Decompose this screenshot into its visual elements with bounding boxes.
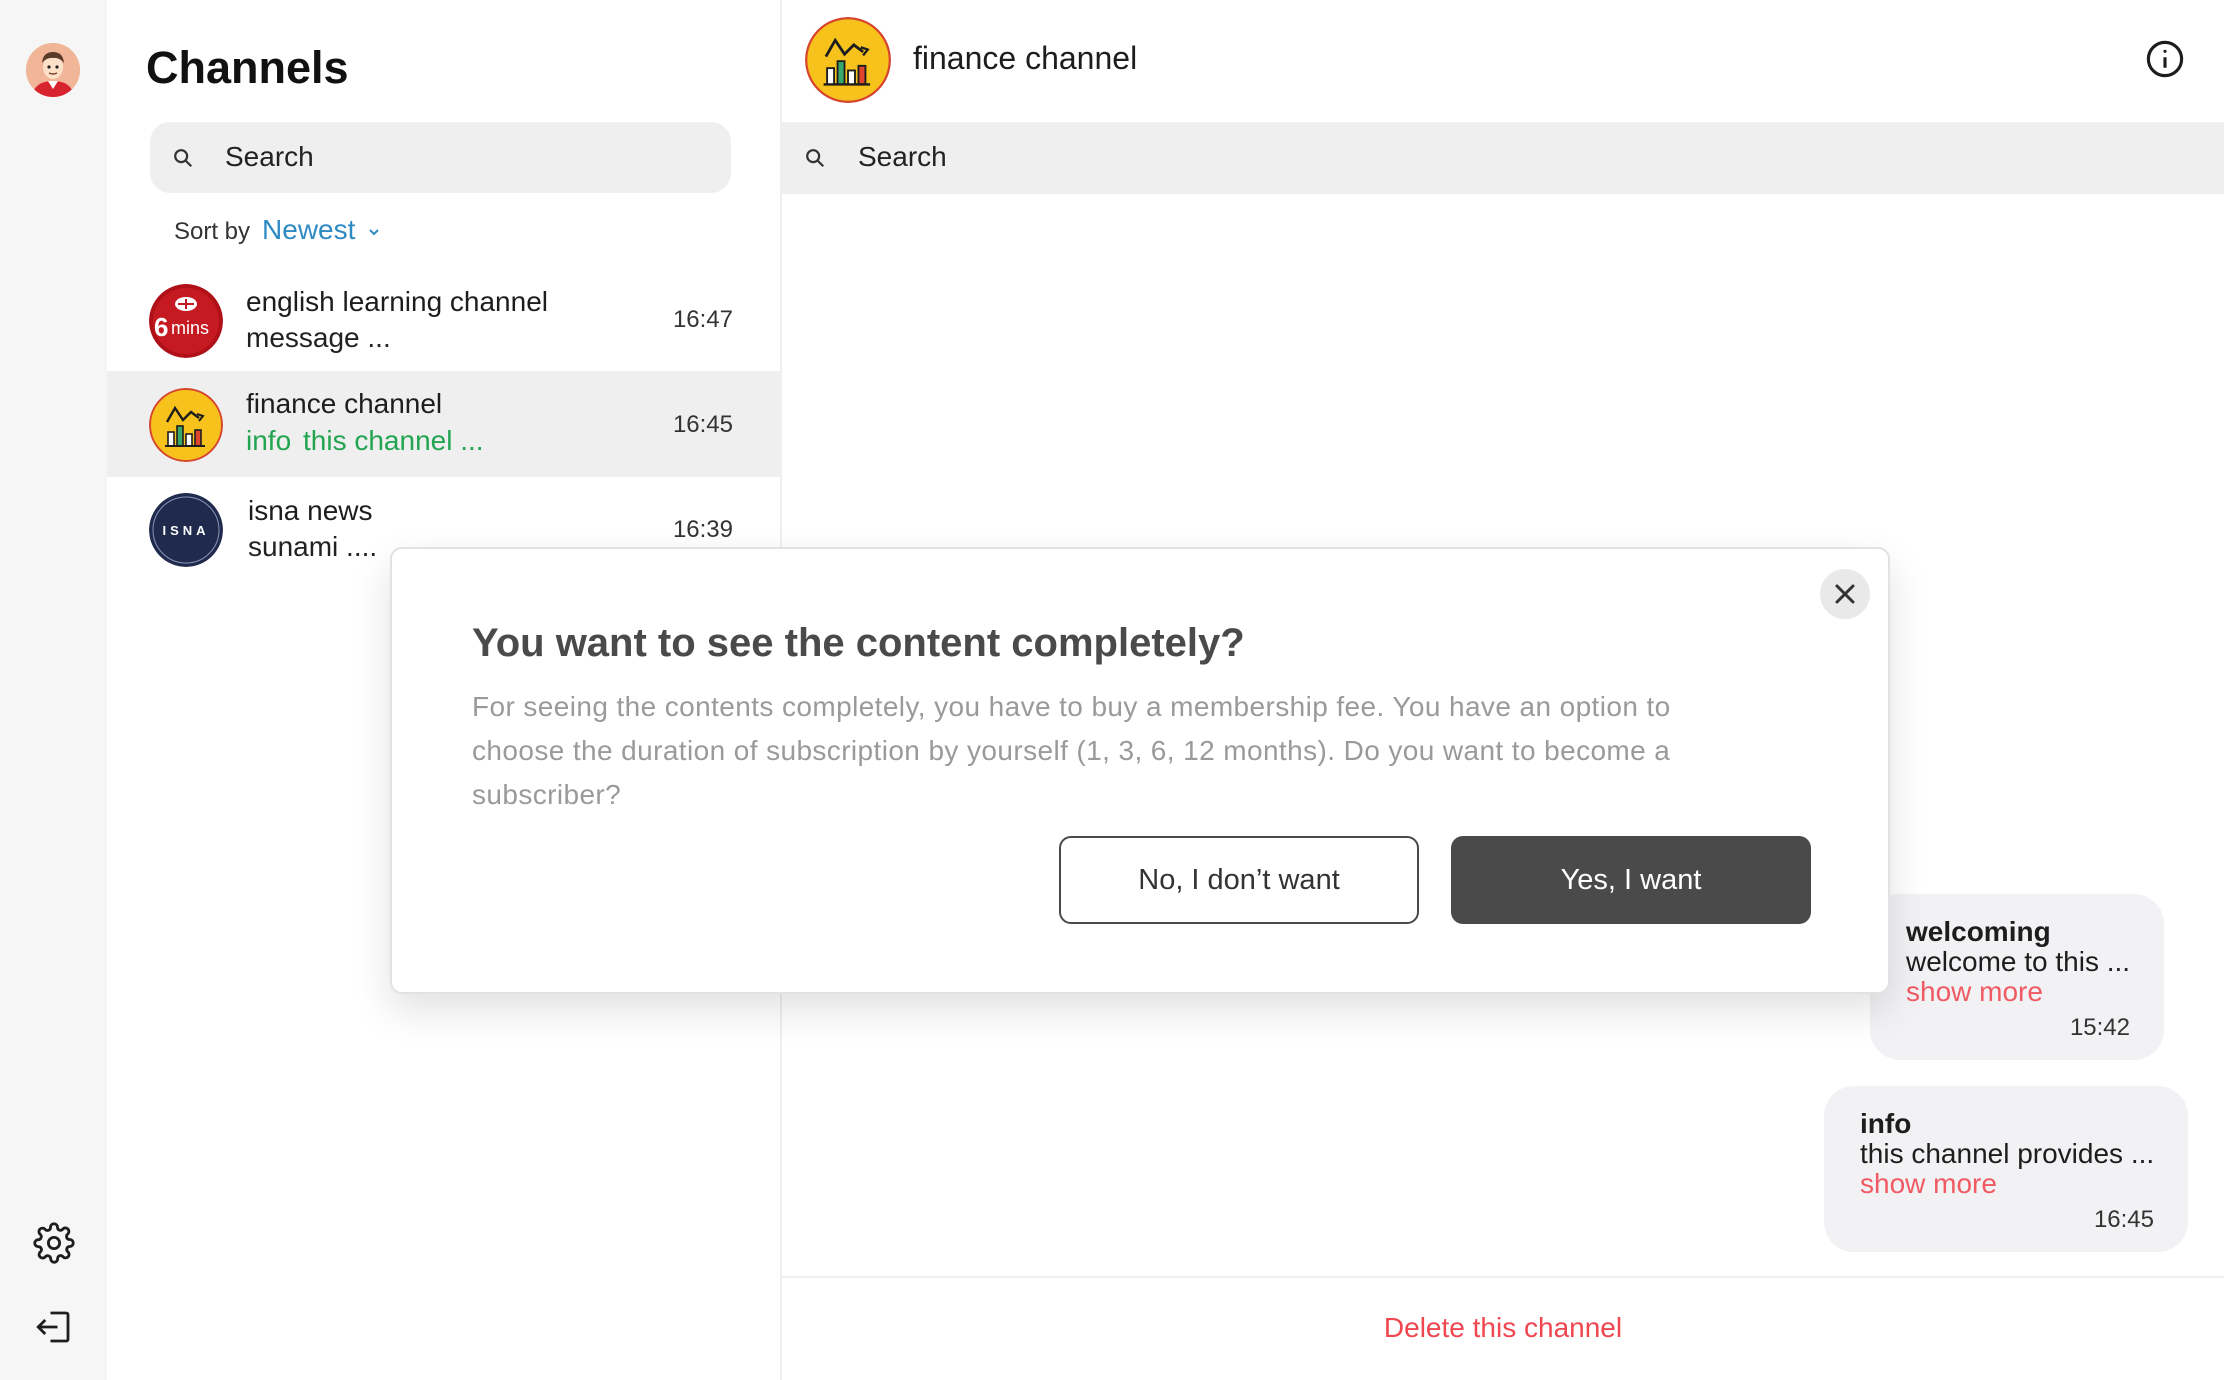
close-icon xyxy=(1835,584,1855,604)
channel-row-english[interactable]: 6 mins english learning channel message … xyxy=(107,268,782,374)
decline-button[interactable]: No, I don’t want xyxy=(1059,836,1419,924)
channel-name: english learning channel xyxy=(246,286,548,317)
message-time: 16:45 xyxy=(2093,1206,2154,1233)
logout-icon[interactable] xyxy=(33,1306,75,1348)
panel-title: Channels xyxy=(146,42,349,93)
channel-preview: message ... xyxy=(246,322,391,353)
isna-channel-avatar: ISNA xyxy=(149,493,223,567)
chat-header: finance channel xyxy=(782,0,2224,122)
info-icon[interactable] xyxy=(2144,38,2186,80)
channel-row-finance[interactable]: finance channel info this channel ... 16… xyxy=(107,371,782,477)
left-rail xyxy=(0,0,107,1380)
channel-preview: sunami .... xyxy=(248,531,378,562)
user-avatar[interactable] xyxy=(26,43,80,97)
channel-search-input[interactable]: Search xyxy=(150,122,731,193)
message-bubble: info this channel provides ... show more… xyxy=(1824,1086,2188,1252)
user-avatar-icon xyxy=(26,43,80,97)
english-channel-avatar: 6 mins xyxy=(149,284,223,358)
search-icon xyxy=(806,149,825,168)
subscription-dialog: You want to see the content completely? … xyxy=(390,547,1890,994)
svg-text:mins: mins xyxy=(171,318,209,338)
channel-name: isna news xyxy=(248,495,373,526)
sort-value[interactable]: Newest xyxy=(262,214,355,246)
show-more-link[interactable]: show more xyxy=(1906,976,2043,1008)
finance-channel-avatar xyxy=(149,388,223,462)
message-text: welcome to this ... xyxy=(1906,946,2131,977)
message-text: this channel provides ... xyxy=(1860,1138,2155,1169)
chat-search-input[interactable]: Search xyxy=(782,122,2224,194)
channel-logo-icon: 6 mins xyxy=(149,284,223,358)
chat-channel-avatar[interactable] xyxy=(805,17,891,103)
channel-time: 16:39 xyxy=(672,516,733,543)
chevron-down-icon[interactable] xyxy=(367,225,381,239)
svg-text:ISNA: ISNA xyxy=(162,523,209,538)
channel-name: finance channel xyxy=(246,388,443,419)
channel-time: 16:47 xyxy=(672,306,733,333)
chat-footer: Delete this channel xyxy=(782,1276,2224,1380)
accept-button[interactable]: Yes, I want xyxy=(1451,836,1811,924)
gear-icon[interactable] xyxy=(33,1222,75,1264)
message-time: 15:42 xyxy=(2069,1014,2130,1041)
chat-title: finance channel xyxy=(913,40,1138,76)
search-placeholder: Search xyxy=(858,141,947,172)
svg-text:6: 6 xyxy=(154,312,168,342)
sort-label: Sort by xyxy=(174,218,251,245)
dialog-title: You want to see the content completely? xyxy=(472,621,1245,665)
search-placeholder: Search xyxy=(225,141,314,172)
search-icon xyxy=(174,149,193,168)
finance-chart-icon xyxy=(149,388,223,462)
delete-channel-button[interactable]: Delete this channel xyxy=(782,1312,2224,1344)
message-title: info xyxy=(1860,1108,1912,1139)
channel-logo-icon: ISNA xyxy=(149,493,223,567)
dialog-body: For seeing the contents completely, you … xyxy=(472,691,1671,810)
channel-preview: this channel ... xyxy=(303,425,484,456)
sort-control[interactable]: Sort by Newest xyxy=(174,214,381,246)
channel-preview-tag: info xyxy=(246,425,292,456)
message-title: welcoming xyxy=(1906,916,2051,947)
channel-time: 16:45 xyxy=(672,411,733,438)
finance-chart-icon xyxy=(805,17,891,103)
message-bubble: welcoming welcome to this ... show more … xyxy=(1870,894,2164,1060)
app-window: Channels Search Sort by Newest 6 mins en… xyxy=(0,0,2224,1380)
show-more-link[interactable]: show more xyxy=(1860,1168,1997,1200)
close-button[interactable] xyxy=(1820,569,1870,619)
